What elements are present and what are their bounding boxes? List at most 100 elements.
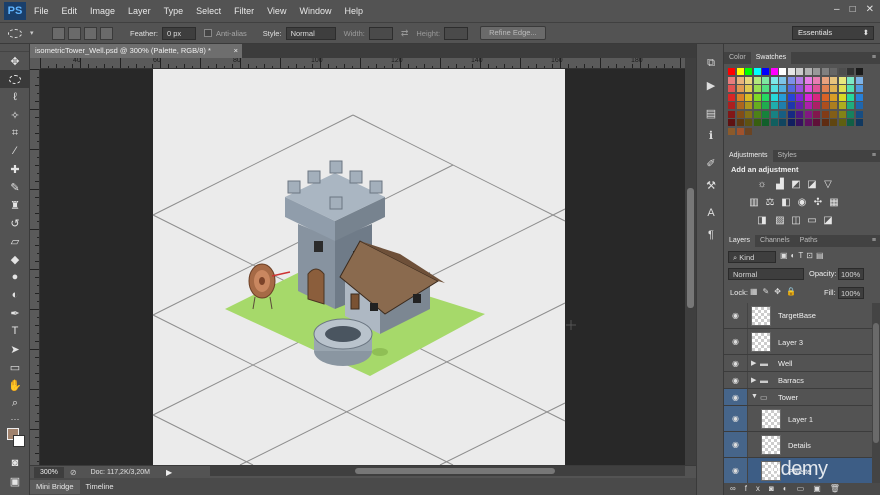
adjustment-layer-icon[interactable]: ◐ [783, 484, 797, 493]
swatch[interactable] [855, 76, 863, 84]
swatch[interactable] [787, 68, 795, 75]
menu-edit[interactable]: Edit [62, 6, 78, 16]
layer-row[interactable]: ◉ Layer 1 [724, 406, 872, 432]
swatch[interactable] [804, 127, 812, 135]
brightness-icon[interactable]: ☼ [756, 179, 768, 191]
swatch[interactable] [762, 119, 769, 126]
layer-group-row[interactable]: ◉ ▶ ▬ Well [724, 355, 872, 372]
panel-menu-icon[interactable]: ≡ [872, 150, 876, 162]
swatch[interactable] [847, 76, 854, 84]
swatch[interactable] [762, 85, 769, 92]
swatch[interactable] [770, 110, 778, 118]
swatch[interactable] [838, 110, 846, 118]
tab-paths[interactable]: Paths [795, 235, 823, 247]
swatch[interactable] [821, 93, 829, 101]
swatch[interactable] [779, 119, 786, 126]
swatch[interactable] [847, 85, 854, 92]
swatch[interactable] [796, 119, 803, 126]
swatch[interactable] [855, 93, 863, 101]
swatch[interactable] [821, 102, 829, 109]
minimize-button[interactable]: – [834, 4, 840, 15]
swatch[interactable] [813, 127, 820, 135]
swatch[interactable] [779, 127, 786, 135]
swatch[interactable] [847, 110, 854, 118]
height-input[interactable] [444, 26, 469, 40]
brush-tool-icon[interactable]: ✎ [0, 178, 30, 196]
move-tool-icon[interactable]: ✥ [0, 52, 30, 70]
rectangle-tool-icon[interactable]: ▭ [0, 358, 30, 376]
layer-filter-icons[interactable]: ▣◐T⊡▤ [780, 251, 827, 260]
swatch[interactable] [779, 93, 786, 101]
marquee-preset-icon[interactable] [0, 28, 30, 38]
menu-file[interactable]: File [34, 6, 49, 16]
character-icon[interactable]: A [697, 202, 725, 224]
swatch[interactable] [745, 93, 752, 101]
marquee-tool-icon[interactable] [0, 70, 30, 88]
history-icon[interactable]: ⧉ [697, 52, 725, 74]
path-selection-icon[interactable]: ➤ [0, 340, 30, 358]
swatch[interactable] [796, 68, 803, 75]
tab-layers[interactable]: Layers [724, 235, 756, 247]
pen-tool-icon[interactable]: ✒ [0, 304, 30, 322]
swatch[interactable] [821, 119, 829, 126]
swatch[interactable] [753, 127, 761, 135]
swatch[interactable] [796, 93, 803, 101]
swatch[interactable] [787, 102, 795, 109]
menu-window[interactable]: Window [299, 6, 331, 16]
tool-presets-icon[interactable]: ⚒ [697, 174, 725, 196]
layer-row[interactable]: ◉ Layer 3 [724, 329, 872, 355]
swatch[interactable] [770, 127, 778, 135]
swatch[interactable] [838, 127, 846, 135]
swatch[interactable] [796, 85, 803, 92]
curves-icon[interactable]: ◩ [790, 179, 802, 191]
eye-icon[interactable]: ◉ [724, 432, 748, 457]
swatch[interactable] [838, 93, 846, 101]
magic-wand-icon[interactable]: ✧ [0, 106, 30, 124]
swatch[interactable] [813, 93, 820, 101]
gradient-map-icon[interactable]: ▭ [806, 215, 818, 227]
info-icon[interactable]: ℹ [697, 124, 725, 146]
share-icon[interactable]: ⊘ [70, 468, 77, 477]
swatch[interactable] [830, 127, 837, 135]
swatch[interactable] [779, 68, 786, 75]
swatch[interactable] [779, 76, 786, 84]
swatch[interactable] [787, 76, 795, 84]
eye-icon[interactable]: ◉ [724, 372, 748, 388]
strip-grip[interactable] [697, 44, 723, 52]
swatch[interactable] [728, 68, 735, 75]
swatch[interactable] [753, 76, 761, 84]
swatch[interactable] [728, 119, 735, 126]
layers-scrollbar[interactable] [872, 303, 880, 483]
layer-group-row[interactable]: ◉ ▼ ▭ Tower [724, 389, 872, 406]
exposure-icon[interactable]: ◪ [806, 179, 818, 191]
tab-color[interactable]: Color [724, 52, 751, 64]
scroll-thumb[interactable] [355, 468, 555, 474]
swatch[interactable] [813, 85, 820, 92]
history-brush-icon[interactable]: ↺ [0, 214, 30, 232]
swatch[interactable] [847, 68, 854, 75]
eye-icon[interactable]: ◉ [724, 303, 748, 328]
swatch[interactable] [762, 102, 769, 109]
swatch[interactable] [728, 85, 735, 92]
swatch[interactable] [753, 119, 761, 126]
menu-filter[interactable]: Filter [234, 6, 254, 16]
swatch[interactable] [770, 119, 778, 126]
swatch[interactable] [770, 68, 778, 75]
brush-presets-icon[interactable]: ✐ [697, 152, 725, 174]
swatch[interactable] [753, 68, 761, 75]
swatch[interactable] [838, 68, 846, 75]
swatch[interactable] [753, 110, 761, 118]
selective-color-icon[interactable]: ◪ [822, 215, 834, 227]
clone-stamp-icon[interactable]: ♜ [0, 196, 30, 214]
swatch[interactable] [736, 85, 744, 92]
delete-icon[interactable]: 🗑 [830, 484, 849, 493]
swatch[interactable] [762, 76, 769, 84]
swatch[interactable] [736, 68, 744, 75]
swatch[interactable] [838, 102, 846, 109]
swatch[interactable] [804, 102, 812, 109]
vibrance-icon[interactable]: ▽ [822, 179, 834, 191]
tab-timeline[interactable]: Timeline [80, 480, 120, 494]
swatch[interactable] [855, 119, 863, 126]
paragraph-icon[interactable]: ¶ [697, 224, 725, 246]
tab-mini-bridge[interactable]: Mini Bridge [30, 479, 80, 494]
